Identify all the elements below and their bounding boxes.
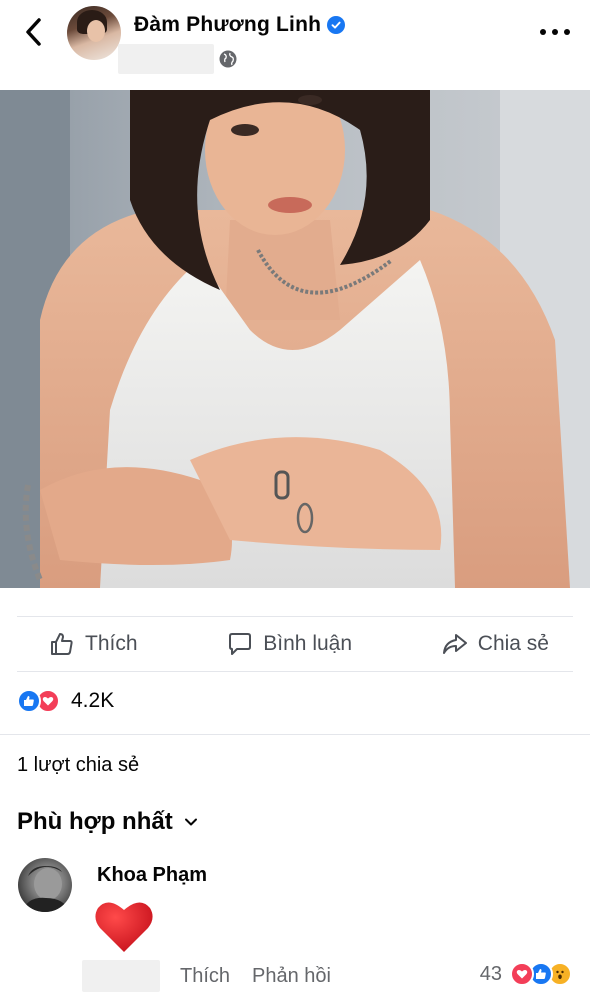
comment-bubble-icon bbox=[229, 633, 252, 655]
commenter-avatar[interactable] bbox=[18, 858, 72, 912]
chevron-down-icon bbox=[184, 818, 197, 826]
share-arrow-icon bbox=[442, 634, 467, 654]
share-label: Chia sẻ bbox=[477, 632, 549, 655]
comment-reaction-icons bbox=[510, 962, 574, 986]
reaction-icons bbox=[17, 688, 65, 714]
share-button[interactable]: Chia sẻ bbox=[442, 631, 549, 657]
verified-badge-icon bbox=[327, 16, 346, 34]
comment-actions: Thích Phản hồi bbox=[82, 960, 353, 992]
more-options-button[interactable] bbox=[540, 20, 570, 44]
like-reaction-icon bbox=[17, 689, 41, 713]
back-button[interactable] bbox=[16, 14, 52, 50]
chevron-left-icon bbox=[26, 18, 41, 46]
more-dot bbox=[552, 29, 558, 35]
comment-button[interactable]: Bình luận bbox=[227, 631, 352, 657]
comment-author[interactable]: Khoa Phạm bbox=[97, 864, 207, 887]
like-button[interactable]: Thích bbox=[49, 631, 138, 657]
author-avatar[interactable] bbox=[67, 6, 121, 60]
share-count[interactable]: 1 lượt chia sẻ bbox=[17, 754, 139, 777]
portrait-image bbox=[0, 90, 590, 588]
reaction-count: 4.2K bbox=[71, 689, 115, 712]
love-reaction-icon bbox=[510, 962, 534, 986]
comment-time-redacted bbox=[82, 960, 160, 992]
timestamp-redacted bbox=[118, 44, 214, 74]
more-dot bbox=[540, 29, 546, 35]
comment-label: Bình luận bbox=[263, 632, 353, 655]
like-label: Thích bbox=[85, 632, 138, 655]
comment-sort-dropdown[interactable]: Phù hợp nhất bbox=[17, 808, 199, 836]
section-divider bbox=[0, 734, 590, 735]
thumbs-up-icon bbox=[51, 633, 73, 655]
comment-like-button[interactable]: Thích bbox=[180, 965, 230, 988]
post-meta bbox=[118, 44, 238, 74]
sort-label: Phù hợp nhất bbox=[17, 808, 173, 835]
red-heart-icon bbox=[95, 902, 153, 952]
post-action-bar: Thích Bình luận Chia sẻ bbox=[17, 616, 573, 672]
author-name[interactable]: Đàm Phương Linh bbox=[134, 13, 321, 37]
commenter-photo bbox=[22, 866, 70, 912]
post-photo[interactable] bbox=[0, 90, 590, 588]
comment-reactions[interactable]: 43 bbox=[480, 962, 574, 986]
comment-reaction-count: 43 bbox=[479, 962, 502, 985]
comment-reply-button[interactable]: Phản hồi bbox=[252, 965, 331, 988]
post-header: Đàm Phương Linh bbox=[0, 0, 590, 90]
reactions-summary[interactable]: 4.2K bbox=[17, 688, 114, 714]
more-dot bbox=[564, 29, 570, 35]
author-row: Đàm Phương Linh bbox=[134, 13, 346, 37]
globe-icon[interactable] bbox=[218, 49, 238, 69]
